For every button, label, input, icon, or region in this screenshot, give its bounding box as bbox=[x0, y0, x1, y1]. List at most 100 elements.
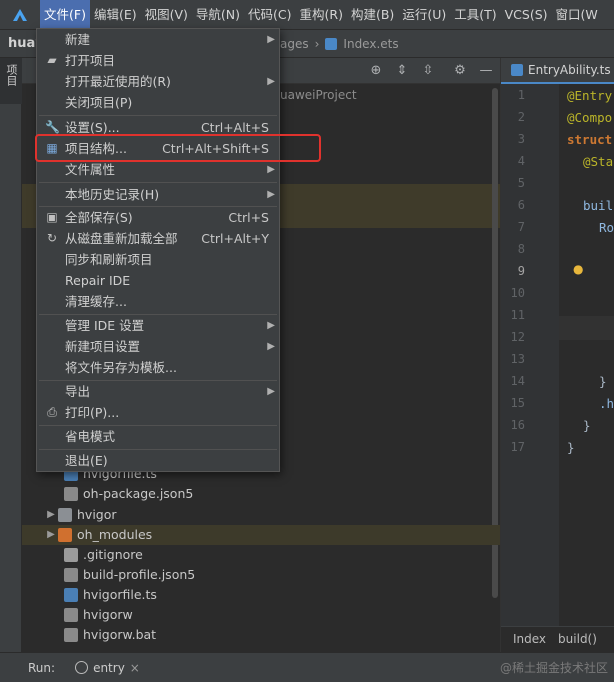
line-number: 8 bbox=[517, 242, 525, 256]
tree-item-label: hvigorfile.ts bbox=[83, 587, 157, 602]
code-line: @Entry bbox=[567, 88, 613, 103]
menu-bar: 文件(F) 编辑(E) 视图(V) 导航(N) 代码(C) 重构(R) 构建(B… bbox=[0, 0, 614, 30]
file-menu-dropdown: 新建 ▶ ▰ 打开项目 打开最近使用的(R) ▶ 关闭项目(P) 🔧 设置(S)… bbox=[36, 28, 280, 472]
project-tool-button[interactable]: 项目 bbox=[0, 58, 22, 104]
tree-item[interactable]: hvigorw bbox=[64, 605, 133, 625]
breadcrumb-build[interactable]: build() bbox=[558, 632, 597, 646]
menu-item-new-project-settings[interactable]: 新建项目设置 ▶ bbox=[37, 336, 279, 357]
app-logo-icon[interactable] bbox=[0, 0, 40, 30]
gear-icon[interactable]: ⚙ bbox=[452, 63, 468, 79]
line-gutter: 1 2 3 4 5 6 7 8 9 10 11 12 13 14 15 16 1… bbox=[501, 84, 583, 628]
project-path: uaweiProject bbox=[280, 88, 357, 102]
collapse-all-icon[interactable]: ⇳ bbox=[420, 63, 436, 79]
menu-file[interactable]: 文件(F) bbox=[40, 0, 90, 30]
line-number: 11 bbox=[510, 308, 525, 322]
tree-item[interactable]: oh-package.json5 bbox=[64, 484, 193, 504]
menu-window[interactable]: 窗口(W bbox=[552, 0, 602, 30]
lightbulb-icon[interactable]: ● bbox=[573, 262, 583, 276]
locate-icon[interactable]: ⊕ bbox=[368, 63, 384, 79]
run-config-label: entry bbox=[93, 660, 125, 675]
line-number: 7 bbox=[517, 220, 525, 234]
folder-orange-icon bbox=[58, 528, 72, 542]
tree-item[interactable]: .gitignore bbox=[64, 545, 143, 565]
run-label: Run: bbox=[28, 660, 56, 675]
tree-item-label: .gitignore bbox=[83, 547, 143, 562]
menu-item-reload-all[interactable]: ↻ 从磁盘重新加载全部 Ctrl+Alt+Y bbox=[37, 228, 279, 249]
menu-item-export[interactable]: 导出 ▶ bbox=[37, 381, 279, 402]
menu-item-file-properties[interactable]: 文件属性 ▶ bbox=[37, 159, 279, 180]
submenu-arrow-icon: ▶ bbox=[267, 341, 275, 352]
menu-item-exit[interactable]: 退出(E) bbox=[37, 450, 279, 471]
menu-item-open-recent[interactable]: 打开最近使用的(R) ▶ bbox=[37, 71, 279, 92]
submenu-arrow-icon: ▶ bbox=[267, 386, 275, 397]
menu-item-new[interactable]: 新建 ▶ bbox=[37, 29, 279, 50]
tree-item-label: build-profile.json5 bbox=[83, 567, 196, 582]
menu-item-local-history[interactable]: 本地历史记录(H) ▶ bbox=[37, 184, 279, 205]
folder-open-icon: ▰ bbox=[47, 53, 57, 67]
menu-separator bbox=[39, 115, 277, 116]
ets-file-icon bbox=[511, 64, 523, 76]
tree-item-label: hvigorw.bat bbox=[83, 627, 157, 642]
line-number: 2 bbox=[517, 110, 525, 124]
menu-item-close-project[interactable]: 关闭项目(P) bbox=[37, 92, 279, 113]
breadcrumb-index[interactable]: Index bbox=[513, 632, 546, 646]
breadcrumb-file[interactable]: Index.ets bbox=[343, 30, 398, 58]
tree-item[interactable]: ▶ oh_modules bbox=[22, 525, 500, 545]
submenu-arrow-icon: ▶ bbox=[267, 164, 275, 175]
menu-item-print[interactable]: ⎙ 打印(P)... bbox=[37, 402, 279, 423]
menu-item-save-all[interactable]: ▣ 全部保存(S) Ctrl+S bbox=[37, 207, 279, 228]
tree-item[interactable]: ▶ hvigor bbox=[44, 505, 117, 525]
line-number: 9 bbox=[517, 264, 525, 278]
submenu-arrow-icon: ▶ bbox=[267, 189, 275, 200]
menu-refactor[interactable]: 重构(R) bbox=[296, 0, 347, 30]
close-icon[interactable]: × bbox=[130, 661, 140, 675]
menu-code[interactable]: 代码(C) bbox=[244, 0, 295, 30]
menu-item-manage-ide-settings[interactable]: 管理 IDE 设置 ▶ bbox=[37, 315, 279, 336]
menu-item-sync-refresh[interactable]: 同步和刷新项目 bbox=[37, 249, 279, 270]
breadcrumb-pages[interactable]: ages bbox=[280, 30, 309, 58]
folder-icon bbox=[58, 508, 72, 522]
run-config-tab[interactable]: entry × bbox=[75, 661, 140, 675]
menu-tools[interactable]: 工具(T) bbox=[450, 0, 500, 30]
line-number: 13 bbox=[510, 352, 525, 366]
tree-item-label: oh_modules bbox=[77, 527, 153, 542]
menu-item-repair-ide[interactable]: Repair IDE bbox=[37, 270, 279, 291]
menu-item-save-as-template[interactable]: 将文件另存为模板... bbox=[37, 357, 279, 378]
code-line: } bbox=[583, 418, 591, 433]
expand-arrow-icon[interactable]: ▶ bbox=[44, 505, 58, 525]
code-editor: EntryAbility.ts 1 2 3 4 5 6 7 8 9 10 11 … bbox=[500, 58, 614, 652]
line-number: 17 bbox=[510, 440, 525, 454]
line-number: 5 bbox=[517, 176, 525, 190]
tree-item[interactable]: hvigorw.bat bbox=[64, 625, 156, 645]
line-number: 10 bbox=[510, 286, 525, 300]
project-tool-label: 项目 bbox=[5, 64, 18, 86]
menu-build[interactable]: 构建(B) bbox=[347, 0, 398, 30]
minimize-icon[interactable]: — bbox=[478, 63, 494, 79]
watermark: @稀土掘金技术社区 bbox=[499, 661, 608, 675]
json-file-icon bbox=[64, 568, 78, 582]
breadcrumb: ages › Index.ets bbox=[280, 30, 399, 58]
tree-item[interactable]: build-profile.json5 bbox=[64, 565, 195, 585]
submenu-arrow-icon: ▶ bbox=[267, 76, 275, 87]
ts-file-icon bbox=[64, 588, 78, 602]
line-number: 12 bbox=[510, 330, 525, 344]
code-line: } bbox=[567, 440, 575, 455]
submenu-arrow-icon: ▶ bbox=[267, 34, 275, 45]
editor-tab[interactable]: EntryAbility.ts bbox=[501, 58, 614, 84]
menu-item-power-save[interactable]: 省电模式 bbox=[37, 426, 279, 447]
menu-edit[interactable]: 编辑(E) bbox=[90, 0, 141, 30]
line-number: 14 bbox=[510, 374, 525, 388]
menu-run[interactable]: 运行(U) bbox=[398, 0, 450, 30]
editor-breadcrumb: Index build() bbox=[501, 626, 614, 650]
menu-navigate[interactable]: 导航(N) bbox=[192, 0, 244, 30]
tree-item[interactable]: hvigorfile.ts bbox=[64, 585, 157, 605]
bat-icon bbox=[64, 628, 78, 642]
tree-scrollbar[interactable] bbox=[492, 88, 498, 598]
menu-view[interactable]: 视图(V) bbox=[141, 0, 192, 30]
breadcrumb-separator-icon: › bbox=[314, 37, 320, 51]
menu-item-open-project[interactable]: ▰ 打开项目 bbox=[37, 50, 279, 71]
menu-vcs[interactable]: VCS(S) bbox=[501, 0, 552, 30]
menu-item-invalidate-caches[interactable]: 清理缓存... bbox=[37, 291, 279, 312]
expand-all-icon[interactable]: ⇕ bbox=[394, 63, 410, 79]
expand-arrow-icon[interactable]: ▶ bbox=[44, 525, 58, 545]
